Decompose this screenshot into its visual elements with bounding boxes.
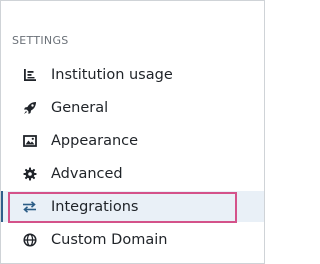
nav-item-label: Integrations xyxy=(51,198,139,215)
nav-item-label: General xyxy=(51,99,109,116)
settings-section-title: SETTINGS xyxy=(12,34,69,47)
settings-panel: SETTINGS Institution usage General Appea… xyxy=(0,0,265,264)
swap-arrows-icon xyxy=(22,199,37,214)
globe-icon xyxy=(22,232,37,247)
nav-item-institution-usage[interactable]: Institution usage xyxy=(1,59,264,90)
gear-icon xyxy=(22,166,37,181)
nav-item-appearance[interactable]: Appearance xyxy=(1,125,264,156)
image-icon xyxy=(22,133,37,148)
nav-item-label: Advanced xyxy=(51,165,123,182)
active-indicator xyxy=(1,191,3,222)
nav-item-advanced[interactable]: Advanced xyxy=(1,158,264,189)
chart-bars-icon xyxy=(22,67,37,82)
nav-item-label: Appearance xyxy=(51,132,139,149)
nav-item-custom-domain[interactable]: Custom Domain xyxy=(1,224,264,255)
nav-item-general[interactable]: General xyxy=(1,92,264,123)
rocket-icon xyxy=(22,100,37,115)
nav-item-label: Custom Domain xyxy=(51,231,168,248)
nav-item-label: Institution usage xyxy=(51,66,173,83)
nav-item-integrations[interactable]: Integrations xyxy=(1,191,264,222)
